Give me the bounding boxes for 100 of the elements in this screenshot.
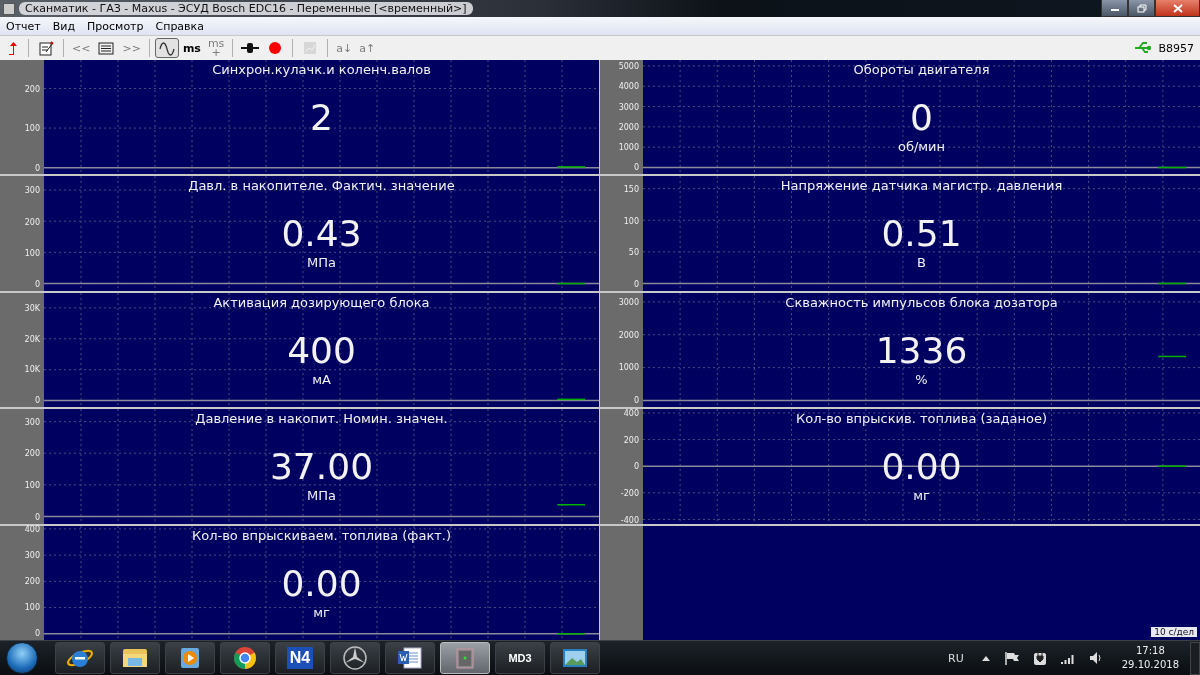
parameter-value: 2 xyxy=(310,96,333,140)
parameter-value: 0.00 xyxy=(281,561,362,606)
device-id: B8957 xyxy=(1158,41,1194,55)
menu-item[interactable]: Вид xyxy=(46,19,82,33)
axis-tick-label: 100 xyxy=(24,480,40,490)
signal-line xyxy=(1157,355,1187,357)
menu-item[interactable]: Просмотр xyxy=(81,19,150,33)
axis-tick-label: 20K xyxy=(24,334,40,344)
signal-line xyxy=(1157,283,1187,285)
axis-tick-label: 200 xyxy=(24,576,40,586)
clock-date: 29.10.2018 xyxy=(1121,658,1179,672)
axis-tick-label: 4000 xyxy=(618,81,639,91)
clock-time: 17:18 xyxy=(1135,644,1165,658)
parameter-unit: мг xyxy=(913,489,930,504)
signal-line xyxy=(1157,166,1187,169)
axis-tick-label: 100 xyxy=(24,248,40,258)
parameter-unit: % xyxy=(915,372,928,387)
parameter-value: 0.51 xyxy=(881,212,962,257)
menu-item[interactable]: Справка xyxy=(149,19,210,33)
language-indicator[interactable]: RU xyxy=(948,651,964,665)
axis-tick-label: 0 xyxy=(633,461,639,471)
show-hidden-icons-icon[interactable] xyxy=(980,654,991,662)
signal-line xyxy=(556,398,586,400)
axis-tick-label: 200 xyxy=(24,217,40,227)
probe-icon xyxy=(241,40,260,56)
taskbar-app-icon[interactable] xyxy=(330,642,380,674)
parameter-title: Кол-во впрыскив. топлива (заданое) xyxy=(796,411,1047,428)
axis-tick-label: 30K xyxy=(24,303,40,313)
axis-tick-label: 300 xyxy=(24,417,40,427)
axis-tick-label: -200 xyxy=(620,488,639,498)
axis-tick-label: 300 xyxy=(24,185,40,195)
window-title: Сканматик - ГАЗ - Maxus - ЭСУД Bosch EDC16 - Переменные [<временный>] xyxy=(19,2,473,15)
axis-tick-label: 200 xyxy=(623,435,639,445)
exit-arrow-icon xyxy=(9,41,17,55)
time-scale-label: 10 с/дел xyxy=(1151,627,1197,638)
signal-icon[interactable] xyxy=(1059,652,1076,664)
parameter-title: Скважность импульсов блока дозатора xyxy=(785,294,1058,311)
parameter-title: Обороты двигателя xyxy=(853,62,990,78)
taskbar-app-icon[interactable] xyxy=(220,642,270,674)
axis-tick-label: 50 xyxy=(628,247,639,257)
axis-tick-label: 0 xyxy=(34,628,40,638)
power-icon[interactable] xyxy=(1032,650,1047,666)
axis-tick-label: 300 xyxy=(24,550,40,560)
minimize-button[interactable] xyxy=(1101,0,1128,17)
axis-tick-label: 5000 xyxy=(618,61,639,71)
axis-tick-label: 100 xyxy=(623,216,639,226)
axis-tick-label: 400 xyxy=(24,524,40,533)
close-button[interactable] xyxy=(1155,0,1200,17)
axis-tick-label: 1000 xyxy=(618,142,639,152)
taskbar-app-icon[interactable] xyxy=(385,642,435,674)
axis-tick-label: 10K xyxy=(24,365,40,374)
axis-tick-label: 150 xyxy=(623,184,639,194)
parameter-unit: МПа xyxy=(307,256,336,271)
axis-tick-label: 0 xyxy=(34,163,40,173)
taskbar-app-button[interactable]: N4 xyxy=(275,642,325,674)
signal-line xyxy=(556,283,586,285)
taskbar-app-icon[interactable] xyxy=(165,642,215,674)
axis-tick-label: 0 xyxy=(633,395,639,405)
app-icon xyxy=(3,2,15,15)
start-button[interactable] xyxy=(6,642,38,674)
axis-tick-label: 0 xyxy=(34,512,40,522)
signal-line xyxy=(556,632,586,635)
parameter-unit: мг xyxy=(313,605,330,620)
parameter-title: Активация дозирующего блока xyxy=(213,294,430,311)
restore-icon xyxy=(1136,3,1147,13)
signal-line xyxy=(556,504,586,506)
axis-tick-label: 0 xyxy=(633,163,639,172)
speaker-icon[interactable] xyxy=(1088,651,1103,665)
taskbar-app-icon[interactable] xyxy=(110,642,160,674)
parameter-title: Давл. в накопителе. Фактич. значение xyxy=(188,178,455,195)
parameter-title: Давление в накопит. Номин. значен. xyxy=(195,411,448,428)
restore-button[interactable] xyxy=(1128,0,1155,17)
signal-line xyxy=(1157,465,1187,468)
axis-tick-label: 0 xyxy=(633,279,639,289)
parameter-unit: В xyxy=(917,256,926,271)
parameter-value: 0.43 xyxy=(281,212,362,257)
parameter-unit: об/мин xyxy=(897,140,946,154)
flag-icon[interactable] xyxy=(1003,651,1020,665)
axis-tick-label: 2000 xyxy=(618,330,639,340)
taskbar-app-icon[interactable] xyxy=(550,642,600,674)
axis-tick-label: 3000 xyxy=(618,102,639,112)
axis-tick-label: 1000 xyxy=(618,362,639,372)
axis-tick-label: 100 xyxy=(24,123,40,133)
parameter-title: Напряжение датчика магистр. давления xyxy=(780,178,1063,195)
parameter-value: 37.00 xyxy=(269,445,374,490)
usb-icon xyxy=(1134,41,1153,55)
axis-tick-label: 200 xyxy=(24,448,40,458)
taskbar-app-icon[interactable] xyxy=(55,642,105,674)
parameter-title: Синхрон.кулачк.и коленч.валов xyxy=(212,62,431,78)
parameter-title: Кол-во впрыскиваем. топлива (факт.) xyxy=(191,527,452,544)
toolbar-button[interactable] xyxy=(154,38,179,58)
taskbar-app-button[interactable]: MD3 xyxy=(495,642,545,674)
axis-tick-label: 100 xyxy=(24,602,40,612)
menu-item[interactable]: Отчет xyxy=(0,19,47,33)
parameter-unit: МПа xyxy=(307,489,336,504)
close-icon xyxy=(1172,3,1183,13)
toolbar-button[interactable]: ms xyxy=(179,38,204,58)
parameter-value: 0 xyxy=(910,96,933,140)
axis-tick-label: 3000 xyxy=(618,297,639,307)
axis-tick-label: 2000 xyxy=(618,122,639,132)
